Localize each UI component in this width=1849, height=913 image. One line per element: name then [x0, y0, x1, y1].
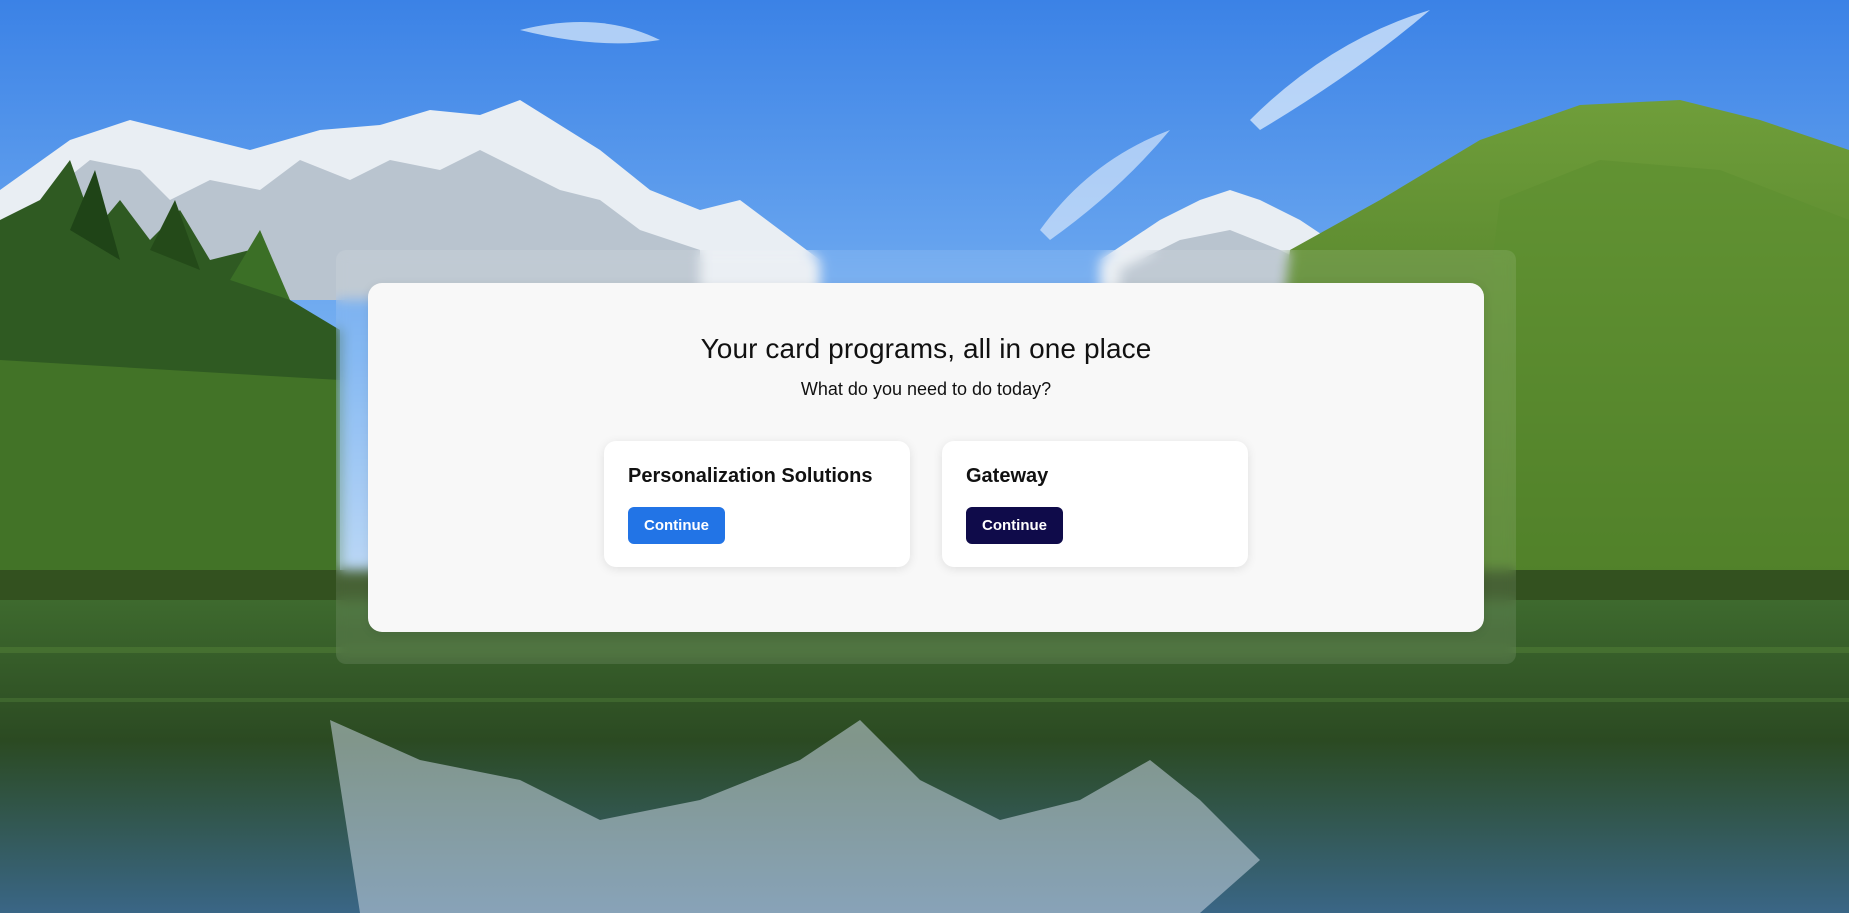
- continue-gateway-button[interactable]: Continue: [966, 507, 1063, 544]
- option-card-title: Personalization Solutions: [628, 465, 873, 487]
- landing-page: Your card programs, all in one place Wha…: [0, 0, 1849, 913]
- page-subtitle: What do you need to do today?: [800, 379, 1052, 399]
- option-card-title: Gateway: [966, 465, 1049, 487]
- page-title: Your card programs, all in one place: [700, 333, 1152, 364]
- selection-panel: Your card programs, all in one place Wha…: [368, 283, 1484, 632]
- option-card-personalization: Personalization Solutions Continue: [604, 441, 910, 567]
- option-card-gateway: Gateway Continue: [942, 441, 1248, 567]
- continue-personalization-button[interactable]: Continue: [628, 507, 725, 544]
